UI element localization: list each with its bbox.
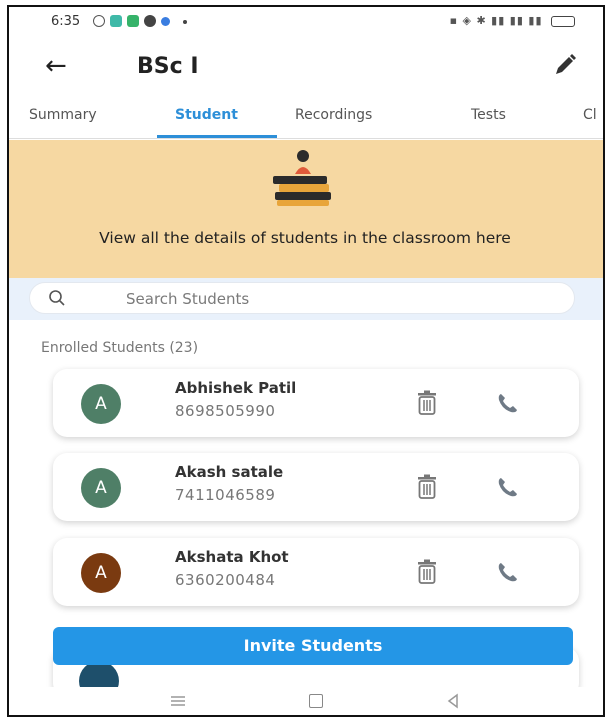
invite-students-button[interactable]: Invite Students [53,627,573,665]
app-icon [144,15,156,27]
student-phone: 6360200484 [175,571,276,589]
student-card[interactable]: A Akash satale 7411046589 [53,453,579,521]
phone-call-icon[interactable] [497,561,519,583]
tab-partial[interactable]: Cl [583,107,597,123]
home-icon[interactable] [309,694,323,708]
whatsapp-icon [93,15,105,27]
tab-tests[interactable]: Tests [471,107,506,123]
status-bar: 6:35 ▪ ◈ ✱ ▮▮ ▮▮ ▮▮ [9,7,603,37]
avatar: A [81,468,121,508]
more-dot-icon [183,20,187,24]
student-phone: 7411046589 [175,486,276,504]
banner-message: View all the details of students in the … [99,229,511,247]
system-nav-bar [9,687,603,715]
student-phone: 8698505990 [175,402,276,420]
tab-student[interactable]: Student [175,107,238,123]
student-name: Akash satale [175,463,284,481]
phone-call-icon[interactable] [497,392,519,414]
avatar: A [81,553,121,593]
student-name: Abhishek Patil [175,379,297,397]
search-area [9,278,603,320]
student-name: Akshata Khot [175,548,289,566]
page-title: BSc I [137,54,199,79]
battery-icon [551,15,575,27]
student-card[interactable]: A Abhishek Patil 8698505990 [53,369,579,437]
student-reading-books-illustration [273,150,331,206]
app-icon [127,15,139,27]
student-card[interactable]: A Akshata Khot 6360200484 [53,538,579,606]
pencil-icon[interactable] [553,53,577,77]
search-input[interactable] [126,287,546,311]
tab-summary[interactable]: Summary [29,107,97,123]
search-box[interactable] [29,282,575,314]
system-status-icons: ▪ ◈ ✱ ▮▮ ▮▮ ▮▮ [450,14,575,27]
notification-icons [93,15,187,27]
info-banner: View all the details of students in the … [9,140,603,278]
tab-bar: Summary Student Recordings Tests Cl [9,99,603,139]
phone-call-icon[interactable] [497,476,519,498]
signal-icon: ▪ ◈ ✱ ▮▮ ▮▮ ▮▮ [449,14,543,27]
enrolled-count-label: Enrolled Students (23) [41,340,199,356]
avatar: A [81,384,121,424]
app-icon [110,15,122,27]
status-time: 6:35 [51,14,81,29]
trash-icon[interactable] [415,559,439,585]
tab-recordings[interactable]: Recordings [295,107,372,123]
app-icon [161,17,170,26]
back-triangle-icon[interactable] [445,693,461,709]
trash-icon[interactable] [415,474,439,500]
trash-icon[interactable] [415,390,439,416]
phone-screen: 6:35 ▪ ◈ ✱ ▮▮ ▮▮ ▮▮ ← BSc I Summary Stud… [7,5,605,717]
back-arrow-icon[interactable]: ← [45,51,67,81]
app-bar: ← BSc I [9,41,603,93]
active-tab-indicator [157,135,277,138]
search-icon [49,290,65,306]
recent-apps-icon[interactable] [169,694,187,708]
